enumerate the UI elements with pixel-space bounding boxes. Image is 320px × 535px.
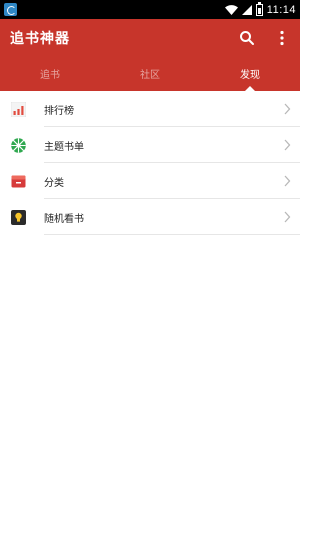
chevron-right-icon — [284, 175, 291, 187]
more-vertical-icon — [280, 30, 284, 46]
lightbulb-icon — [11, 210, 26, 225]
divider — [44, 234, 300, 235]
status-indicators: 11:14 — [224, 0, 296, 19]
discover-list: 排行榜 主题书单 分类 随机看书 — [0, 91, 300, 235]
app-bar: 追书神器 — [0, 19, 300, 56]
status-bar: 11:14 — [0, 0, 300, 19]
search-button[interactable] — [237, 28, 257, 48]
list-item-category[interactable]: 分类 — [0, 163, 300, 199]
tab-community[interactable]: 社区 — [100, 56, 200, 91]
category-box-icon — [11, 175, 26, 188]
list-item-label: 分类 — [44, 178, 64, 189]
battery-icon — [255, 1, 263, 16]
tab-follow[interactable]: 追书 — [0, 56, 100, 91]
booklist-icon — [11, 138, 26, 153]
notification-app-icon — [4, 3, 17, 16]
list-item-random-read[interactable]: 随机看书 — [0, 199, 300, 235]
tab-label: 发现 — [240, 70, 260, 81]
tab-discover[interactable]: 发现 — [200, 56, 300, 91]
chevron-right-icon — [284, 103, 291, 115]
signal-icon — [241, 4, 252, 15]
chevron-right-icon — [284, 139, 291, 151]
list-item-label: 排行榜 — [44, 106, 74, 117]
wifi-icon — [224, 4, 238, 15]
tab-label: 社区 — [140, 70, 160, 81]
list-item-label: 随机看书 — [44, 214, 84, 225]
list-item-ranking[interactable]: 排行榜 — [0, 91, 300, 127]
search-icon — [240, 31, 254, 45]
tab-bar: 追书 社区 发现 — [0, 56, 300, 91]
status-time: 11:14 — [266, 3, 296, 16]
tab-label: 追书 — [40, 70, 60, 81]
chevron-right-icon — [284, 211, 291, 223]
ranking-chart-icon — [11, 102, 26, 117]
app-title: 追书神器 — [10, 31, 70, 47]
list-item-label: 主题书单 — [44, 142, 84, 153]
more-options-button[interactable] — [272, 28, 292, 48]
list-item-booklist[interactable]: 主题书单 — [0, 127, 300, 163]
